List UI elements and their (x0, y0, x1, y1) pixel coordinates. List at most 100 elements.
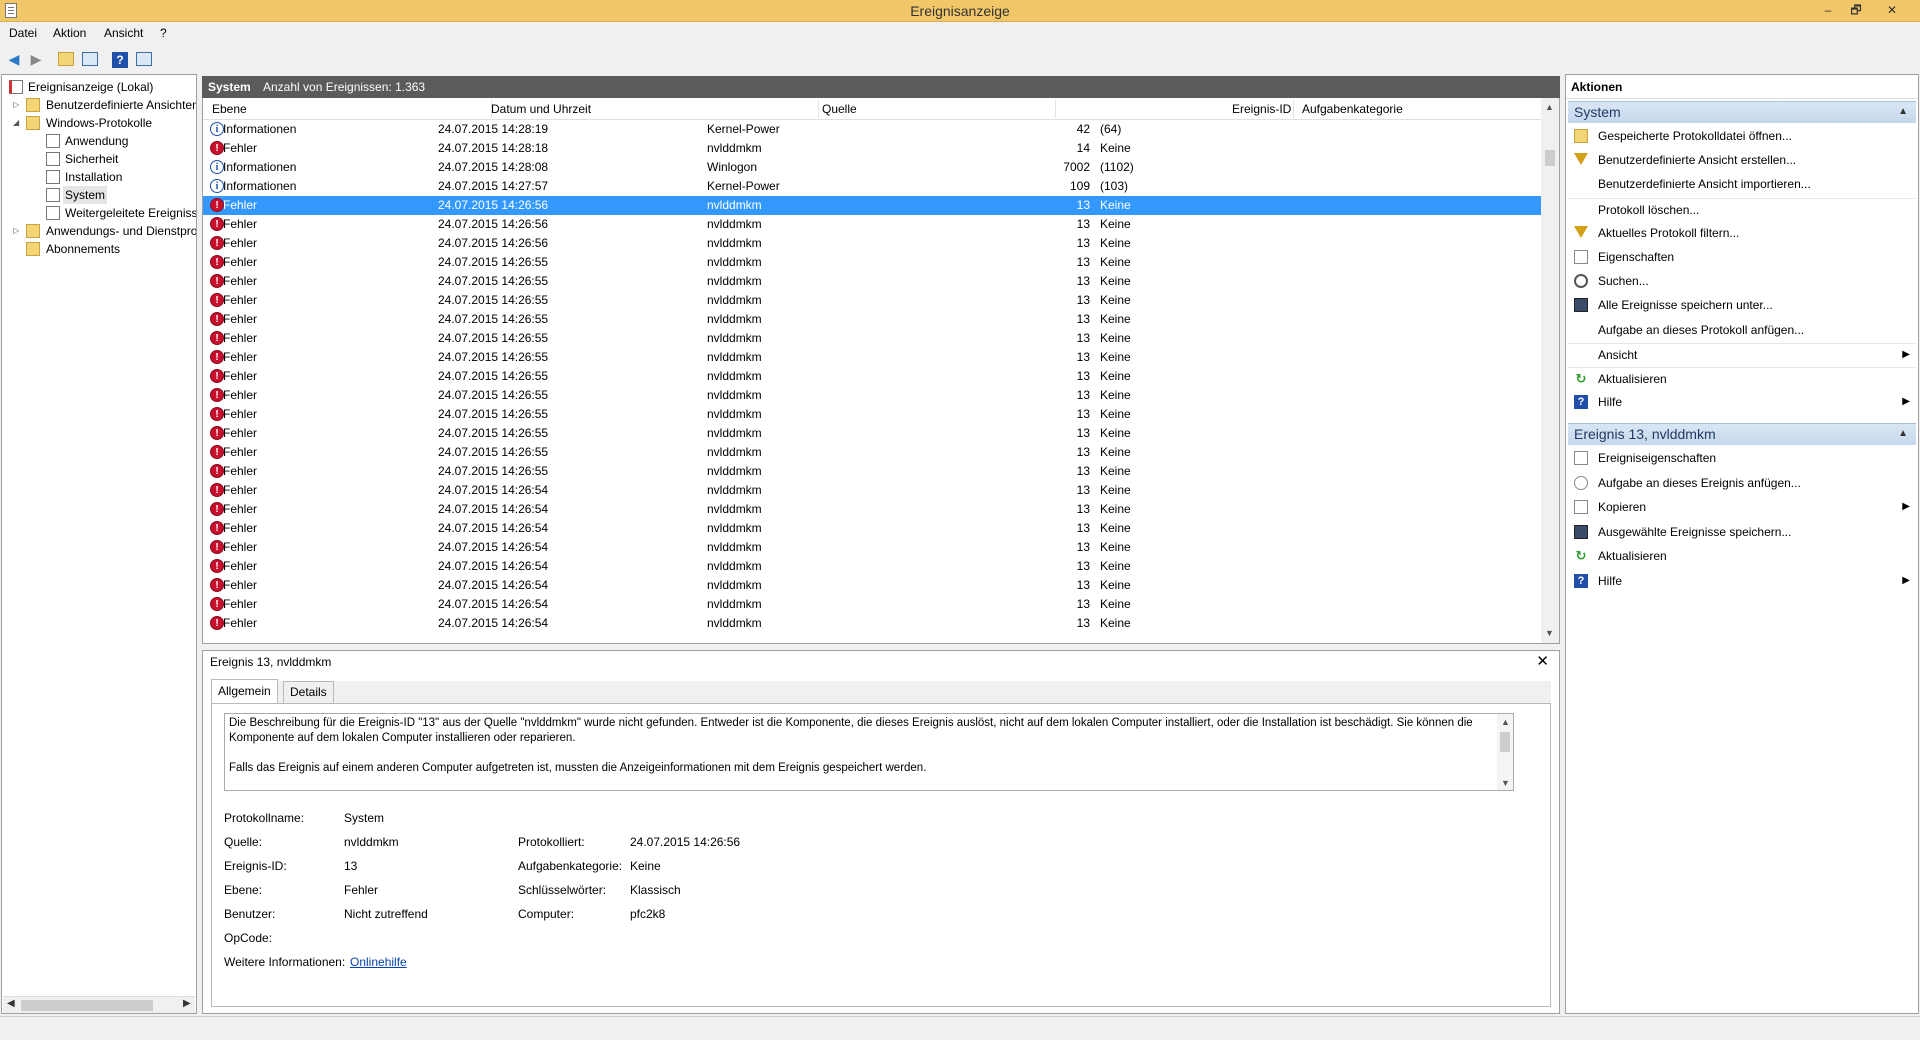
action-item[interactable]: ? Hilfe ▶ (1568, 570, 1916, 592)
menu-ansicht[interactable]: Ansicht (104, 26, 143, 40)
table-row[interactable]: i Informationen 24.07.2015 14:27:57 Kernel-… (203, 177, 1541, 196)
expand-icon[interactable]: ▷ (13, 222, 23, 240)
table-row[interactable]: ! Fehler 24.07.2015 14:26:54 nvlddmkm 13 Kein… (203, 576, 1541, 595)
column-separator[interactable] (1293, 100, 1294, 118)
table-row[interactable]: ! Fehler 24.07.2015 14:26:55 nvlddmkm 13 Kein… (203, 253, 1541, 272)
action-item[interactable]: ? Hilfe ▶ (1568, 391, 1916, 413)
table-row[interactable]: ! Fehler 24.07.2015 14:26:54 nvlddmkm 13 Kein… (203, 595, 1541, 614)
scroll-left-icon[interactable]: ◀ (7, 998, 15, 1009)
scroll-thumb[interactable] (21, 1000, 153, 1011)
submenu-arrow-icon: ▶ (1902, 396, 1910, 408)
event-list-scrollbar[interactable]: ▲ ▼ (1541, 98, 1559, 643)
online-help-link[interactable]: Onlinehilfe (350, 955, 407, 969)
tree-custom-views[interactable]: ▷ Benutzerdefinierte Ansichten (6, 96, 196, 114)
tab-general[interactable]: Allgemein (211, 679, 278, 703)
action-item[interactable]: Alle Ereignisse speichern unter... (1568, 294, 1916, 316)
actions-section-system[interactable]: System ▲ (1568, 101, 1916, 123)
action-item[interactable]: Benutzerdefinierte Ansicht erstellen... (1568, 149, 1916, 171)
table-row[interactable]: ! Fehler 24.07.2015 14:26:55 nvlddmkm 13 Kein… (203, 386, 1541, 405)
action-item[interactable]: Ereigniseigenschaften (1568, 447, 1916, 469)
actions-section-event[interactable]: Ereignis 13, nvlddmkm ▲ (1568, 423, 1916, 445)
maximize-button[interactable]: 🗗 (1842, 1, 1870, 19)
menu-datei[interactable]: Datei (9, 26, 37, 40)
back-button[interactable]: ◀ (4, 49, 24, 69)
action-item[interactable]: Kopieren ▶ (1568, 496, 1916, 518)
cell-category: Keine (1100, 559, 1131, 573)
action-item[interactable]: Gespeicherte Protokolldatei öffnen... (1568, 125, 1916, 147)
cell-level: Informationen (223, 122, 297, 136)
action-item[interactable]: ↻ Aktualisieren (1568, 545, 1916, 567)
column-source[interactable]: Quelle (822, 102, 857, 116)
table-row[interactable]: ! Fehler 24.07.2015 14:26:55 nvlddmkm 13 Kein… (203, 443, 1541, 462)
table-row[interactable]: ! Fehler 24.07.2015 14:26:54 nvlddmkm 13 Kein… (203, 519, 1541, 538)
help-button[interactable]: ? (110, 49, 130, 69)
close-button[interactable]: ✕ (1878, 1, 1906, 19)
table-row[interactable]: ! Fehler 24.07.2015 14:26:55 nvlddmkm 13 Kein… (203, 329, 1541, 348)
tree-horizontal-scrollbar[interactable]: ◀ ▶ (3, 996, 195, 1013)
table-row[interactable]: ! Fehler 24.07.2015 14:26:55 nvlddmkm 13 Kein… (203, 272, 1541, 291)
tree-log-forwarded[interactable]: Weitergeleitete Ereignisse (6, 204, 196, 222)
up-folder-button[interactable] (56, 49, 76, 69)
action-item[interactable]: Suchen... (1568, 270, 1916, 292)
table-row[interactable]: ! Fehler 24.07.2015 14:26:56 nvlddmkm 13 Kein… (203, 215, 1541, 234)
scroll-up-icon[interactable]: ▲ (1501, 715, 1510, 730)
column-event-id[interactable]: Ereignis-ID (1232, 102, 1291, 116)
table-row[interactable]: ! Fehler 24.07.2015 14:26:54 nvlddmkm 13 Kein… (203, 557, 1541, 576)
description-scrollbar[interactable]: ▲ ▼ (1497, 714, 1513, 790)
action-item[interactable]: Aktuelles Protokoll filtern... (1568, 222, 1916, 244)
table-row[interactable]: ! Fehler 24.07.2015 14:26:56 nvlddmkm 13 Kein… (203, 196, 1541, 215)
action-item[interactable]: Ansicht ▶ (1568, 342, 1916, 365)
table-row[interactable]: ! Fehler 24.07.2015 14:26:54 nvlddmkm 13 Kein… (203, 481, 1541, 500)
column-category[interactable]: Aufgabenkategorie (1302, 102, 1403, 116)
action-item[interactable]: Aufgabe an dieses Ereignis anfügen... (1568, 472, 1916, 494)
table-row[interactable]: ! Fehler 24.07.2015 14:26:55 nvlddmkm 13 Kein… (203, 367, 1541, 386)
table-row[interactable]: ! Fehler 24.07.2015 14:26:55 nvlddmkm 13 Kein… (203, 310, 1541, 329)
action-item[interactable]: Benutzerdefinierte Ansicht importieren..… (1568, 173, 1916, 195)
table-row[interactable]: ! Fehler 24.07.2015 14:26:55 nvlddmkm 13 Kein… (203, 424, 1541, 443)
table-row[interactable]: ! Fehler 24.07.2015 14:26:55 nvlddmkm 13 Kein… (203, 291, 1541, 310)
table-row[interactable]: ! Fehler 24.07.2015 14:26:56 nvlddmkm 13 Kein… (203, 234, 1541, 253)
refresh-icon: ↻ (1575, 371, 1587, 386)
column-date[interactable]: Datum und Uhrzeit (491, 102, 591, 116)
table-row[interactable]: ! Fehler 24.07.2015 14:26:55 nvlddmkm 13 Kein… (203, 348, 1541, 367)
show-action-pane-button[interactable] (134, 49, 154, 69)
scroll-up-icon[interactable]: ▲ (1545, 102, 1554, 112)
action-item[interactable]: Aufgabe an dieses Protokoll anfügen... (1568, 319, 1916, 341)
event-rows: i Informationen 24.07.2015 14:28:19 Kernel-… (203, 120, 1541, 633)
table-row[interactable]: ! Fehler 24.07.2015 14:26:54 nvlddmkm 13 Kein… (203, 538, 1541, 557)
column-level[interactable]: Ebene (212, 102, 247, 116)
collapse-icon[interactable]: ◢ (13, 114, 23, 132)
collapse-icon[interactable]: ▲ (1898, 106, 1908, 117)
scroll-thumb[interactable] (1500, 732, 1510, 752)
scroll-down-icon[interactable]: ▼ (1545, 628, 1554, 638)
scroll-down-icon[interactable]: ▼ (1501, 776, 1510, 790)
action-item[interactable]: Ausgewählte Ereignisse speichern... (1568, 521, 1916, 543)
table-row[interactable]: ! Fehler 24.07.2015 14:26:54 nvlddmkm 13 Kein… (203, 614, 1541, 633)
minimize-button[interactable]: – (1814, 1, 1842, 19)
show-tree-button[interactable] (80, 49, 100, 69)
detail-close-icon[interactable]: ✕ (1536, 652, 1549, 670)
table-row[interactable]: ! Fehler 24.07.2015 14:28:18 nvlddmkm 14 Kein… (203, 139, 1541, 158)
menu-help[interactable]: ? (160, 26, 167, 40)
action-item[interactable]: Eigenschaften (1568, 246, 1916, 268)
table-row[interactable]: ! Fehler 24.07.2015 14:26:55 nvlddmkm 13 Kein… (203, 405, 1541, 424)
error-icon: ! (210, 388, 224, 402)
table-row[interactable]: ! Fehler 24.07.2015 14:26:55 nvlddmkm 13 Kein… (203, 462, 1541, 481)
action-item[interactable]: Protokoll löschen... (1568, 197, 1916, 220)
column-separator[interactable] (818, 100, 819, 118)
scroll-thumb[interactable] (1545, 150, 1555, 166)
column-separator[interactable] (1055, 100, 1056, 118)
table-row[interactable]: i Informationen 24.07.2015 14:28:08 Winlogo… (203, 158, 1541, 177)
tab-details[interactable]: Details (283, 681, 334, 703)
forward-button[interactable]: ▶ (26, 49, 46, 69)
expand-icon[interactable]: ▷ (13, 96, 23, 114)
menu-aktion[interactable]: Aktion (53, 26, 86, 40)
table-row[interactable]: i Informationen 24.07.2015 14:28:19 Kernel-… (203, 120, 1541, 139)
cell-event-id: 13 (1076, 274, 1090, 288)
tree-app-service-logs[interactable]: ▷ Anwendungs- und Dienstprotokolle (6, 222, 196, 240)
action-item[interactable]: ↻ Aktualisieren (1568, 367, 1916, 389)
collapse-icon[interactable]: ▲ (1898, 428, 1908, 439)
table-row[interactable]: ! Fehler 24.07.2015 14:26:54 nvlddmkm 13 Kein… (203, 500, 1541, 519)
scroll-right-icon[interactable]: ▶ (183, 998, 191, 1009)
cell-category: Keine (1100, 274, 1131, 288)
